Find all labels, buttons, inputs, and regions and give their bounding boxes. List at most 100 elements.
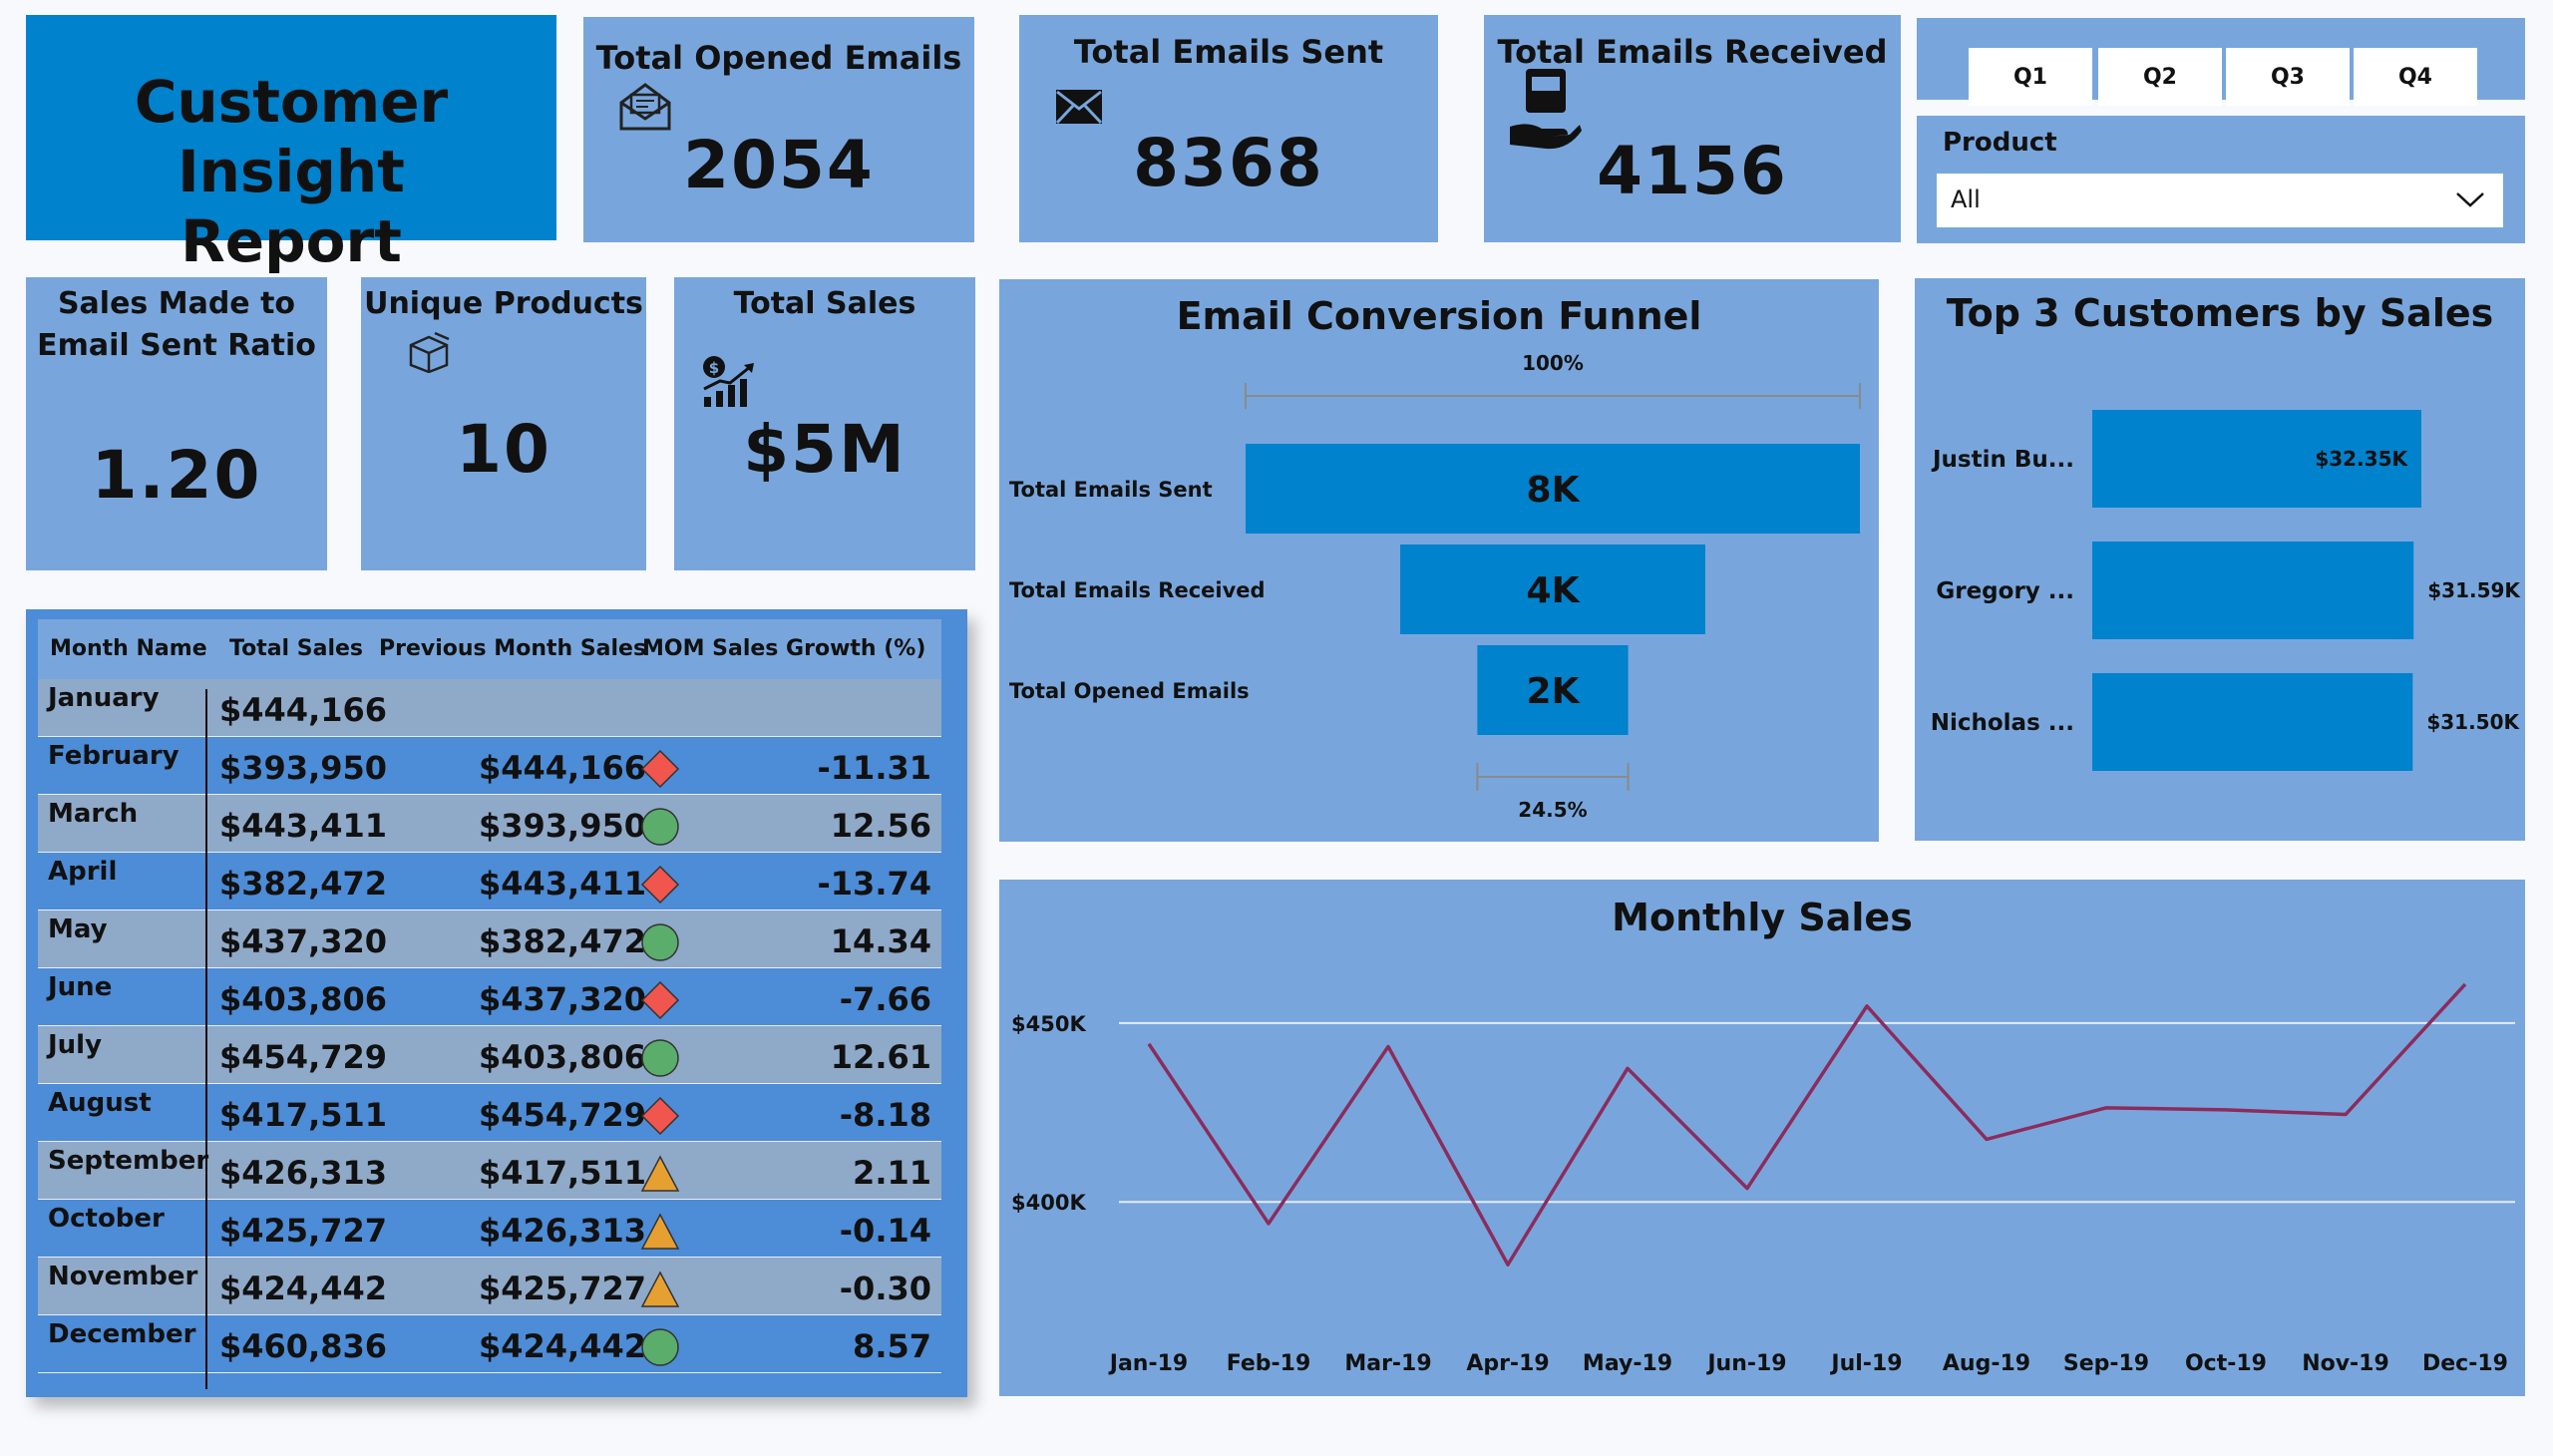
table-row: May $437,320 $382,472 14.34 [38, 910, 941, 968]
table-cell-total-sales: $437,320 [219, 922, 388, 960]
orange-triangle-icon [640, 1213, 680, 1250]
orange-triangle-icon [640, 1271, 680, 1307]
green-circle-icon [641, 808, 679, 846]
table-cell-total-sales: $393,950 [219, 749, 388, 787]
quarter-button-q1[interactable]: Q1 [1969, 48, 2092, 106]
x-tick-label: Sep-19 [2063, 1351, 2149, 1376]
kpi-total-sales-card: Total Sales $ $5M [674, 277, 975, 570]
customer-bar[interactable] [2092, 542, 2414, 639]
table-cell-month: April [48, 857, 118, 887]
x-tick-label: Apr-19 [1466, 1351, 1549, 1376]
table-cell-total-sales: $426,313 [219, 1154, 388, 1192]
table-cell-growth: -13.74 [817, 865, 932, 903]
customer-value-label: $31.59K [2427, 578, 2521, 602]
table-cell-month: July [48, 1030, 103, 1060]
quarter-slicer: Q1 Q2 Q3 Q4 [1917, 18, 2525, 106]
table-header-month[interactable]: Month Name [50, 619, 207, 679]
table-cell-previous-sales: $417,511 [478, 1154, 646, 1192]
sales-growth-icon: $ [703, 356, 754, 407]
quarter-button-q3[interactable]: Q3 [2226, 48, 2350, 106]
email-funnel-card: Email Conversion Funnel 100% 8K Total Emai… [999, 279, 1879, 842]
kpi-unique-products-card: Unique Products 10 [361, 277, 646, 570]
table-cell-growth: 2.11 [853, 1154, 931, 1192]
envelope-icon [1055, 90, 1103, 125]
table-header-previous-month-sales[interactable]: Previous Month Sales [379, 619, 646, 679]
table-cell-month: March [48, 799, 139, 829]
monthly-sales-card: Monthly Sales $400K $450K Jan-19 Feb-19 Mar-… [999, 880, 2525, 1396]
table-row: February $393,950 $444,166 -11.31 [38, 737, 941, 795]
x-tick-label: Jan-19 [1108, 1351, 1188, 1376]
table-cell-growth: -0.14 [839, 1212, 931, 1250]
table-row: October $425,727 $426,313 -0.14 [38, 1200, 941, 1258]
product-dropdown[interactable]: All [1937, 174, 2503, 227]
table-header-total-sales[interactable]: Total Sales [229, 619, 363, 679]
table-cell-month: June [48, 972, 113, 1002]
kpi-ratio-label: Sales Made to Email Sent Ratio [26, 283, 327, 367]
quarter-button-q4[interactable]: Q4 [2354, 48, 2477, 106]
kpi-received-value: 4156 [1597, 133, 1788, 209]
table-cell-growth: -11.31 [817, 749, 932, 787]
green-circle-icon [641, 1039, 679, 1077]
customer-name-label: Justin Bu... [1931, 447, 2074, 473]
table-cell-month: August [48, 1088, 152, 1118]
funnel-top-pct-label: 100% [1522, 351, 1584, 375]
table-cell-growth: 12.61 [830, 1038, 931, 1076]
customer-bar[interactable] [2092, 673, 2413, 771]
table-cell-total-sales: $444,166 [219, 691, 388, 729]
table-cell-total-sales: $382,472 [219, 865, 388, 903]
quarter-button-q2[interactable]: Q2 [2098, 48, 2222, 106]
kpi-unique-value: 10 [456, 411, 551, 488]
customer-value-label: $31.50K [2426, 710, 2520, 734]
monthly-sales-chart: $400K $450K Jan-19 Feb-19 Mar-19 Apr-19 May-19… [1011, 982, 2515, 1376]
funnel-category-label: Total Emails Received [1009, 578, 1266, 602]
kpi-sent-value: 8368 [1133, 125, 1324, 201]
customer-value-label: $32.35K [2315, 447, 2408, 471]
table-cell-previous-sales: $444,166 [478, 749, 646, 787]
kpi-sales-label: Total Sales [733, 286, 916, 321]
table-cell-total-sales: $403,806 [219, 980, 388, 1018]
report-title: Customer Insight Report [26, 67, 556, 276]
table-cell-growth: 8.57 [853, 1327, 931, 1365]
table-cell-total-sales: $460,836 [219, 1327, 388, 1365]
kpi-ratio-label-line2: Email Sent Ratio [37, 328, 316, 363]
table-cell-month: November [48, 1262, 198, 1291]
table-header-mom-growth[interactable]: MOM Sales Growth (%) [642, 619, 925, 679]
table-cell-previous-sales: $393,950 [478, 807, 646, 845]
table-cell-previous-sales: $443,411 [478, 865, 646, 903]
funnel-category-label: Total Opened Emails [1009, 679, 1250, 703]
table-row: December $460,836 $424,442 8.57 [38, 1315, 941, 1373]
table-column-divider [205, 689, 207, 1389]
x-tick-label: Aug-19 [1943, 1351, 2030, 1376]
table-header-row: Month Name Total Sales Previous Month Sa… [38, 619, 941, 679]
table-cell-previous-sales: $437,320 [478, 980, 646, 1018]
table-cell-total-sales: $424,442 [219, 1270, 388, 1307]
table-row: January $444,166 [38, 679, 941, 737]
product-slicer-label: Product [1943, 128, 2057, 158]
kpi-unique-label: Unique Products [364, 286, 643, 321]
table-row: June $403,806 $437,320 -7.66 [38, 968, 941, 1026]
table-cell-growth: 14.34 [830, 922, 931, 960]
customer-name-label: Gregory ... [1936, 578, 2074, 604]
box-icon [409, 331, 450, 373]
table-cell-month: December [48, 1319, 196, 1349]
table-cell-month: January [48, 683, 160, 713]
kpi-sent-label: Total Emails Sent [1073, 33, 1384, 71]
red-diamond-icon [640, 980, 680, 1020]
product-dropdown-value: All [1951, 185, 1981, 213]
table-cell-total-sales: $425,727 [219, 1212, 388, 1250]
kpi-sales-value: $5M [743, 411, 907, 488]
orange-triangle-icon [640, 1155, 680, 1192]
kpi-opened-emails-card: Total Opened Emails 2054 [583, 17, 974, 242]
y-tick-label: $450K [1011, 1012, 1086, 1036]
x-tick-label: Mar-19 [1344, 1351, 1431, 1376]
sales-line[interactable] [1147, 982, 2467, 1267]
report-title-line1: Customer Insight [134, 68, 449, 205]
report-title-card: Customer Insight Report [26, 15, 556, 275]
green-circle-icon [641, 923, 679, 961]
table-row: April $382,472 $443,411 -13.74 [38, 853, 941, 910]
x-tick-label: Oct-19 [2185, 1351, 2267, 1376]
funnel-data-label: 8K [1527, 470, 1581, 511]
table-cell-growth: 12.56 [830, 807, 931, 845]
table-row: November $424,442 $425,727 -0.30 [38, 1258, 941, 1315]
report-title-line2: Report [181, 207, 402, 275]
